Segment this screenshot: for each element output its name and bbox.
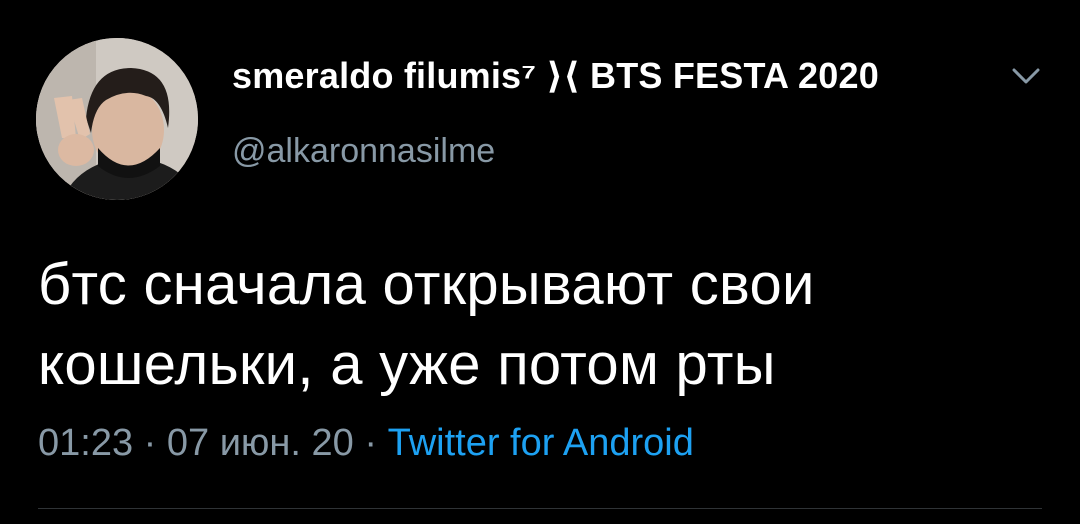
- tweet-time[interactable]: 01:23: [38, 422, 133, 464]
- display-name[interactable]: smeraldo filumis⁷ ⟩⟨ BTS FESTA 2020: [232, 50, 879, 102]
- user-handle[interactable]: @alkaronnasilme: [232, 128, 495, 174]
- tweet-text: бтс сначала открывают свои кошельки, а у…: [38, 252, 815, 397]
- avatar-photo: [36, 38, 198, 200]
- chevron-down-icon[interactable]: [1008, 62, 1044, 90]
- tweet-metadata: 01:23 · 07 июн. 20 · Twitter for Android: [38, 418, 694, 468]
- meta-separator: ·: [353, 422, 388, 464]
- tweet-source-link[interactable]: Twitter for Android: [388, 422, 694, 464]
- tweet-date[interactable]: 07 июн. 20: [167, 422, 354, 464]
- divider: [38, 508, 1042, 509]
- tweet-card: smeraldo filumis⁷ ⟩⟨ BTS FESTA 2020 @alk…: [0, 0, 1080, 524]
- avatar[interactable]: [36, 38, 198, 200]
- meta-separator: ·: [133, 422, 167, 464]
